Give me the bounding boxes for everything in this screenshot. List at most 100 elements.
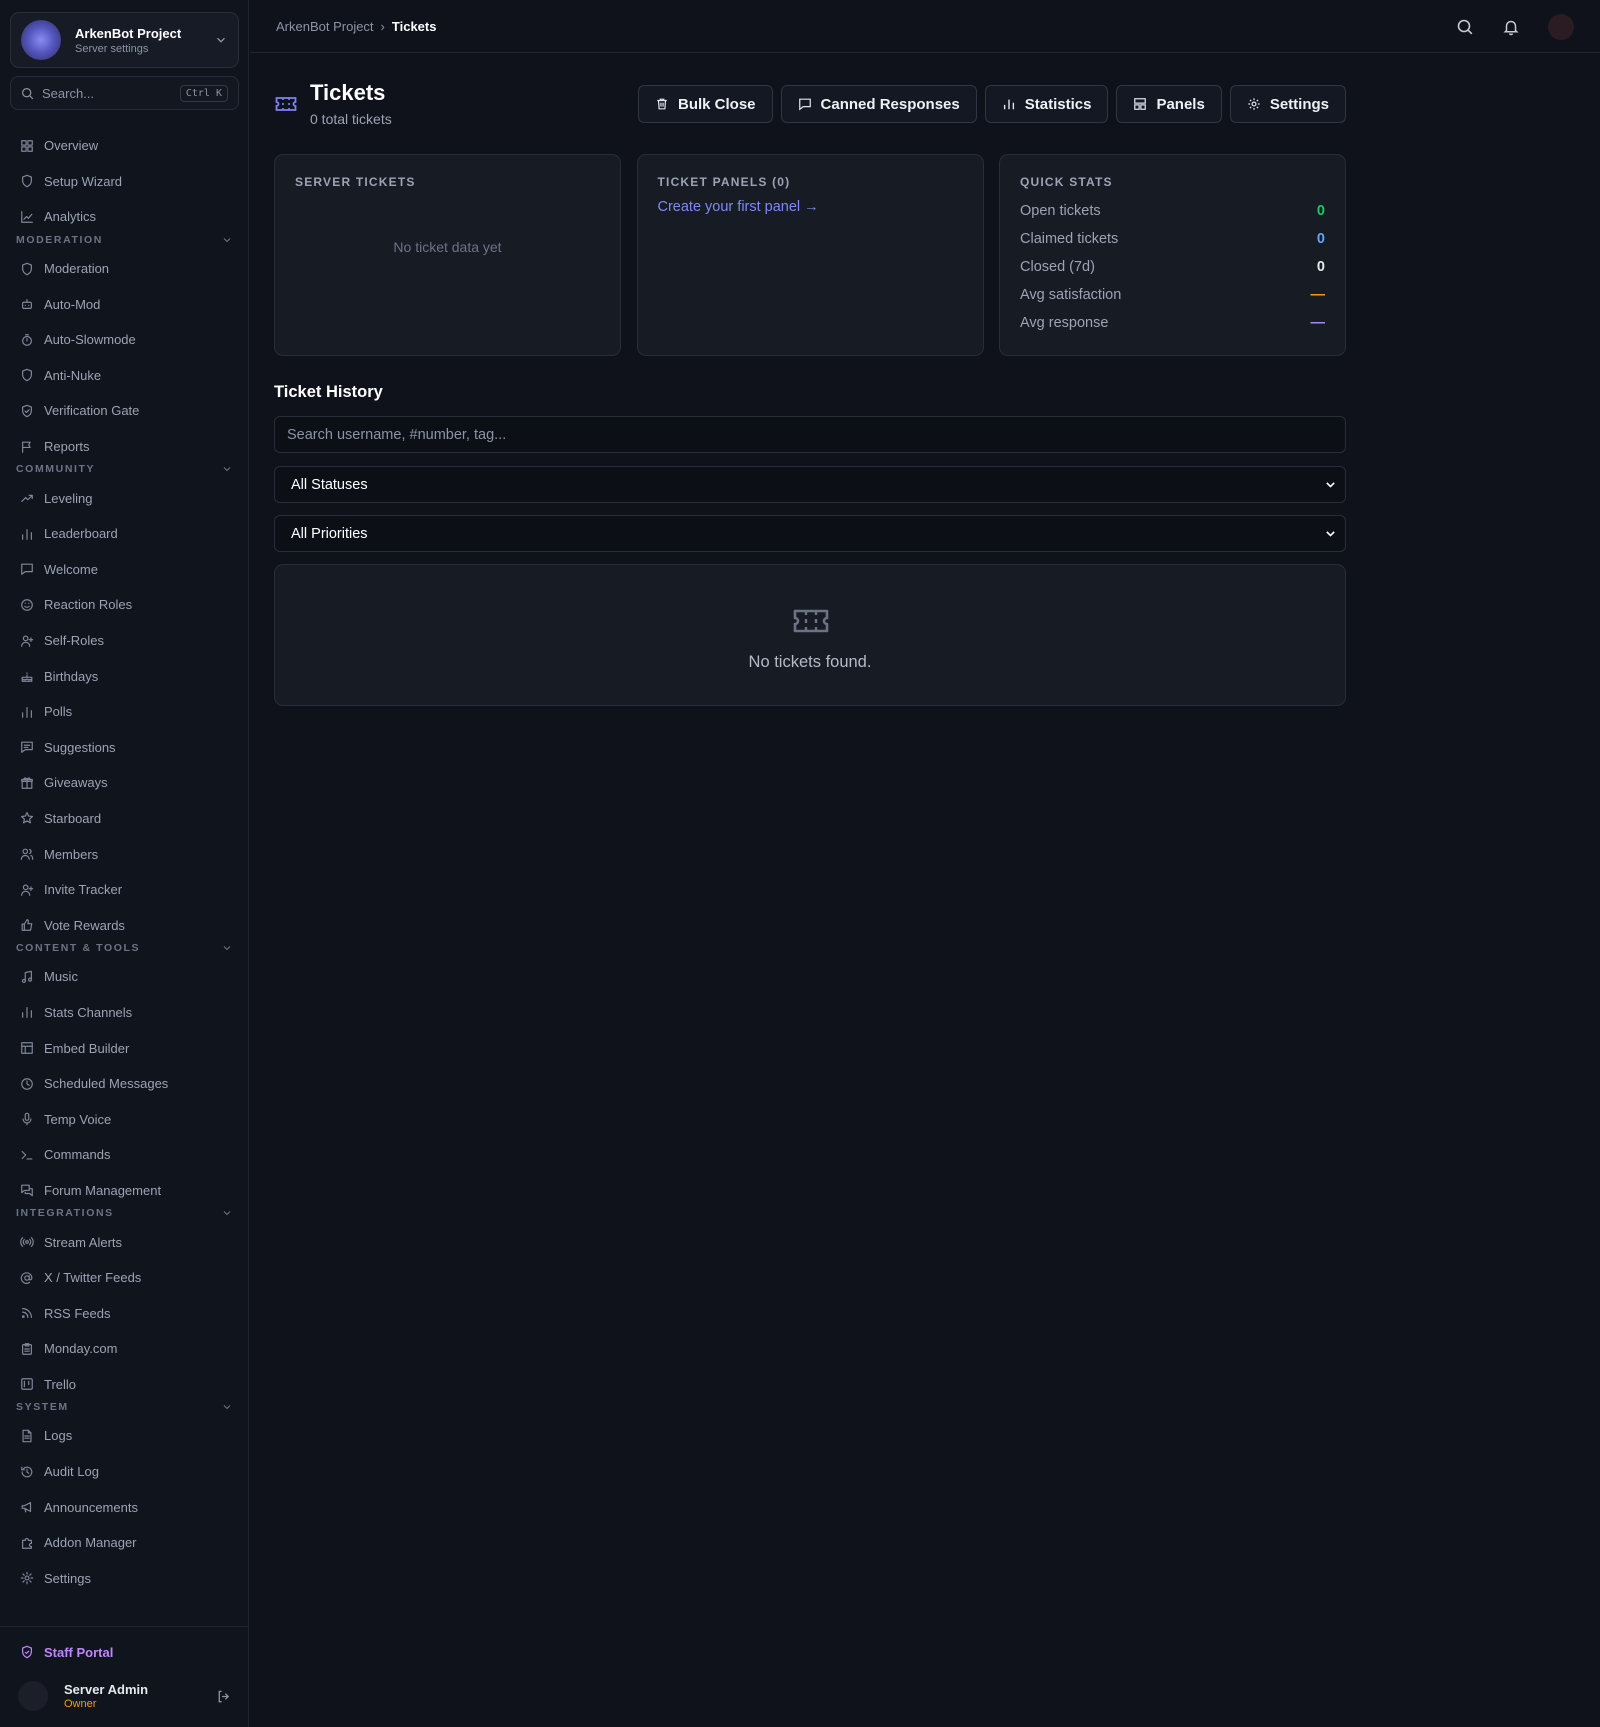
sidebar-section-community[interactable]: COMMUNITY [0, 458, 249, 480]
sidebar-item-self-roles[interactable]: Self-Roles [0, 623, 249, 659]
history-icon [20, 1465, 34, 1479]
sidebar-section-title: SYSTEM [16, 1401, 69, 1414]
sidebar-item-announcements[interactable]: Announcements [0, 1489, 249, 1525]
sidebar-item-rss-feeds[interactable]: RSS Feeds [0, 1295, 249, 1331]
sidebar-item-leveling[interactable]: Leveling [0, 480, 249, 516]
server-name: ArkenBot Project [75, 25, 182, 41]
quick-stat-value: 0 [1316, 203, 1325, 219]
bar-chart-icon [20, 527, 34, 541]
logout-icon[interactable] [216, 1689, 231, 1704]
user-card: Server Admin Owner [0, 1671, 249, 1721]
trending-up-icon [20, 491, 34, 505]
sidebar-section-content-tools[interactable]: CONTENT & TOOLS [0, 937, 249, 959]
user-plus-icon [20, 883, 34, 897]
smile-icon [20, 598, 34, 612]
panels-button[interactable]: Panels [1116, 85, 1222, 123]
sidebar-item-polls[interactable]: Polls [0, 694, 249, 730]
sidebar-item-verification-gate[interactable]: Verification Gate [0, 393, 249, 429]
sidebar-item-commands[interactable]: Commands [0, 1137, 249, 1173]
breadcrumb-parent[interactable]: ArkenBot Project [276, 19, 374, 34]
sidebar-item-setup-wizard[interactable]: Setup Wizard [0, 164, 249, 200]
sidebar-item-label: Polls [44, 704, 73, 720]
sidebar-item-label: Anti-Nuke [44, 367, 102, 383]
create-panel-link[interactable]: Create your first panel → [658, 199, 963, 215]
server-avatar [21, 20, 61, 60]
sidebar-item-temp-voice[interactable]: Temp Voice [0, 1101, 249, 1137]
sidebar-section-system[interactable]: SYSTEM [0, 1396, 249, 1418]
trash-icon [655, 97, 669, 111]
sidebar-item-label: Reports [44, 439, 90, 455]
sidebar-item-giveaways[interactable]: Giveaways [0, 765, 249, 801]
sidebar-item-label: X / Twitter Feeds [44, 1270, 142, 1286]
sidebar-item-x-twitter-feeds[interactable]: X / Twitter Feeds [0, 1260, 249, 1296]
sidebar-item-audit-log[interactable]: Audit Log [0, 1454, 249, 1490]
server-switcher[interactable]: ArkenBot Project Server settings [10, 12, 239, 68]
sidebar-search[interactable]: Search... Ctrl K [10, 76, 239, 110]
trello-icon [20, 1377, 34, 1391]
avatar[interactable] [1548, 13, 1574, 40]
sidebar-section-moderation[interactable]: MODERATION [0, 229, 249, 251]
staff-portal-link[interactable]: Staff Portal [0, 1633, 249, 1671]
avatar[interactable] [18, 1681, 48, 1711]
breadcrumb-separator: › [380, 18, 385, 34]
status-select[interactable]: All Statuses [274, 466, 1346, 503]
status-select-value: All Statuses [291, 476, 368, 493]
chevron-down-icon [221, 463, 233, 475]
quick-stat-label: Avg response [1020, 315, 1109, 331]
bell-icon[interactable] [1502, 18, 1520, 36]
settings-button[interactable]: Settings [1229, 85, 1346, 123]
sidebar-item-label: Forum Management [44, 1182, 162, 1198]
canned-responses-button[interactable]: Canned Responses [780, 85, 977, 123]
sidebar-item-label: Music [44, 969, 78, 985]
users-icon [20, 847, 34, 861]
sidebar-section-integrations[interactable]: INTEGRATIONS [0, 1202, 249, 1224]
quick-stat-value: — [1310, 315, 1326, 331]
sidebar-item-stats-channels[interactable]: Stats Channels [0, 995, 249, 1031]
search-icon[interactable] [1456, 18, 1474, 36]
sidebar-item-logs[interactable]: Logs [0, 1418, 249, 1454]
sidebar-section-title: INTEGRATIONS [16, 1207, 114, 1220]
sidebar-item-settings[interactable]: Settings [0, 1561, 249, 1597]
sidebar-item-label: Setup Wizard [44, 173, 123, 189]
ticket-search-input[interactable] [274, 416, 1346, 453]
cake-icon [20, 669, 34, 683]
card-title: TICKET PANELS (0) [657, 175, 791, 189]
sidebar-item-welcome[interactable]: Welcome [0, 552, 249, 588]
sidebar-item-label: Scheduled Messages [44, 1076, 169, 1092]
messages-icon [20, 1183, 34, 1197]
user-plus-icon [20, 634, 34, 648]
sidebar-item-label: Logs [44, 1428, 73, 1444]
bar-chart-icon [20, 1005, 34, 1019]
user-name: Server Admin [64, 1682, 149, 1697]
priority-select[interactable]: All Priorities [274, 515, 1346, 552]
settings-label: Settings [1269, 95, 1329, 113]
bulk-close-button[interactable]: Bulk Close [637, 85, 773, 123]
sidebar-item-birthdays[interactable]: Birthdays [0, 658, 249, 694]
sidebar-item-stream-alerts[interactable]: Stream Alerts [0, 1224, 249, 1260]
bulk-close-label: Bulk Close [677, 95, 756, 113]
message-square-icon [20, 740, 34, 754]
sidebar-item-leaderboard[interactable]: Leaderboard [0, 516, 249, 552]
sidebar-item-embed-builder[interactable]: Embed Builder [0, 1030, 249, 1066]
sidebar-item-overview[interactable]: Overview [0, 128, 249, 164]
timer-icon [20, 333, 34, 347]
sidebar-item-music[interactable]: Music [0, 959, 249, 995]
file-icon [20, 1429, 34, 1443]
statistics-button[interactable]: Statistics [984, 85, 1109, 123]
sidebar-item-scheduled-messages[interactable]: Scheduled Messages [0, 1066, 249, 1102]
sidebar-item-auto-slowmode[interactable]: Auto-Slowmode [0, 322, 249, 358]
sidebar-item-reaction-roles[interactable]: Reaction Roles [0, 587, 249, 623]
sidebar: ArkenBot Project Server settings Search.… [0, 0, 249, 1727]
sidebar-item-moderation[interactable]: Moderation [0, 251, 249, 287]
statistics-label: Statistics [1024, 95, 1092, 113]
sidebar-item-suggestions[interactable]: Suggestions [0, 730, 249, 766]
sidebar-item-addon-manager[interactable]: Addon Manager [0, 1525, 249, 1561]
sidebar-item-monday-com[interactable]: Monday.com [0, 1331, 249, 1367]
sidebar-item-starboard[interactable]: Starboard [0, 801, 249, 837]
sidebar-item-auto-mod[interactable]: Auto-Mod [0, 286, 249, 322]
sidebar-item-invite-tracker[interactable]: Invite Tracker [0, 872, 249, 908]
sidebar-item-label: RSS Feeds [44, 1305, 111, 1321]
sidebar-item-anti-nuke[interactable]: Anti-Nuke [0, 358, 249, 394]
quick-stat-label: Claimed tickets [1020, 231, 1119, 247]
sidebar-item-members[interactable]: Members [0, 836, 249, 872]
